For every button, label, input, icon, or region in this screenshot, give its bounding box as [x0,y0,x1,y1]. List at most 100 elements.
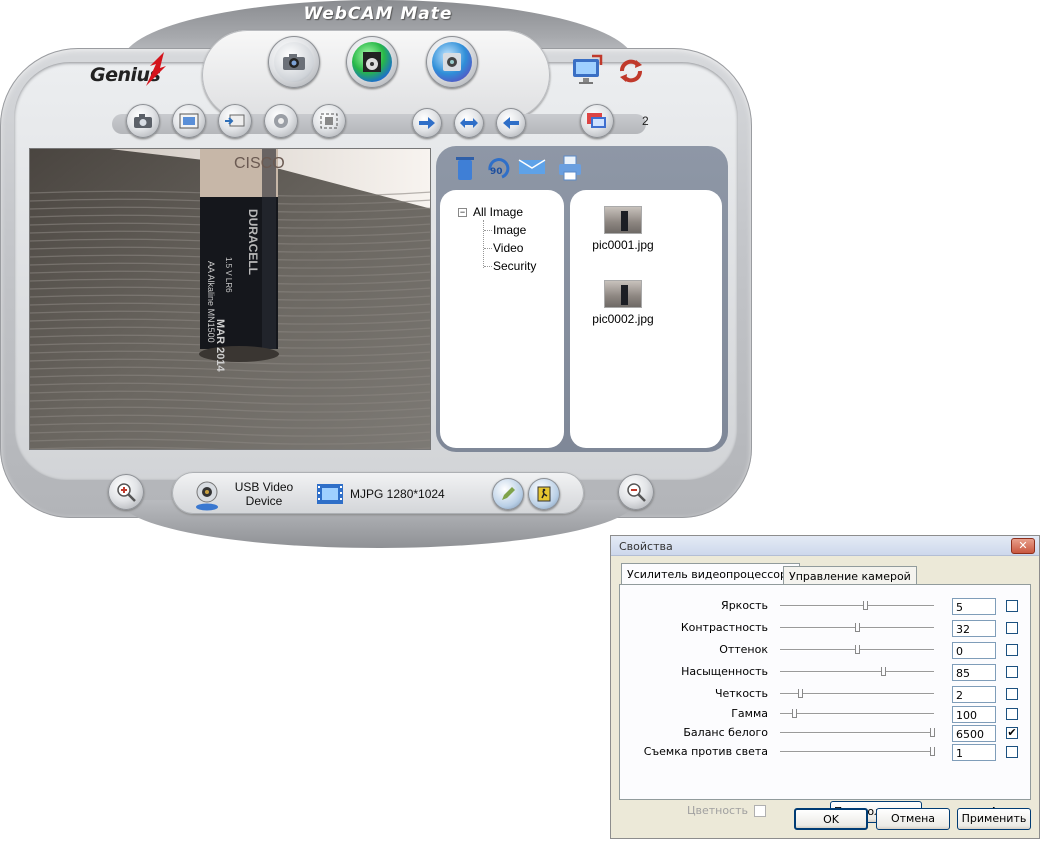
property-value-field[interactable]: 85 [952,664,996,681]
tree-line [483,220,484,268]
tab-video-proc-amp[interactable]: Усилитель видеопроцессора [621,563,800,585]
previous-button[interactable] [496,108,526,138]
tree-collapse-toggle[interactable]: − [458,208,467,217]
slider-thumb[interactable] [930,728,935,737]
slider-thumb[interactable] [863,601,868,610]
file-thumbnail [604,280,642,308]
property-value-field[interactable]: 1 [952,744,996,761]
next-button[interactable] [412,108,442,138]
property-label: Оттенок [719,643,768,656]
property-slider[interactable] [780,693,934,695]
color-enable-checkbox[interactable] [754,805,766,817]
security-mode-button[interactable] [426,36,478,88]
property-value-field[interactable]: 6500 [952,725,996,742]
property-value-field[interactable]: 5 [952,598,996,615]
delete-button[interactable] [452,154,480,182]
property-label: Баланс белого [683,726,768,739]
slider-thumb[interactable] [855,645,860,654]
gallery-button[interactable] [580,104,614,138]
rotate-button[interactable]: 90 [484,154,512,182]
file-item[interactable]: pic0001.jpg [578,206,668,252]
property-value-field[interactable]: 0 [952,642,996,659]
file-thumbnail [604,206,642,234]
tree-item-all-image[interactable]: All Image [473,205,523,219]
send-image-icon [225,114,245,127]
device-name-line2: Device [245,494,283,508]
tree-branch [484,266,492,267]
pen-button[interactable] [492,478,524,510]
file-item[interactable]: pic0002.jpg [578,280,668,326]
slider-thumb[interactable] [930,747,935,756]
property-value-field[interactable]: 32 [952,620,996,637]
trash-icon [456,157,474,180]
rotate-90-icon: 90 [488,158,510,179]
property-slider[interactable] [780,671,934,673]
slider-thumb[interactable] [792,709,797,718]
email-button[interactable] [518,154,546,182]
property-slider[interactable] [780,605,934,607]
file-name: pic0002.jpg [592,312,654,326]
tree-item-video[interactable]: Video [493,241,523,255]
auto-checkbox[interactable] [1006,746,1018,758]
dialog-title: Свойства [619,540,673,553]
arrow-left-icon [503,117,519,129]
battery-label-mar: MAR [214,319,226,345]
exit-button[interactable] [528,478,560,510]
property-slider[interactable] [780,732,934,734]
tab-panel: Яркость 5 Контрастность 32 Оттенок 0 Насыщенно… [619,584,1031,823]
auto-checkbox[interactable] [1006,600,1018,612]
tree-item-security[interactable]: Security [493,259,536,273]
auto-checkbox[interactable] [1006,644,1018,656]
slider-thumb[interactable] [855,623,860,632]
security-camera-icon [432,42,472,82]
exit-door-icon [537,486,551,502]
apply-button[interactable]: Применить [957,808,1031,830]
slider-thumb[interactable] [881,667,886,676]
battery-label-lr6: LR6 [224,277,233,293]
video-format: MJPG 1280*1024 [350,487,445,501]
color-enable-label: Цветность [686,804,748,817]
send-image-button[interactable] [218,104,252,138]
close-icon[interactable]: ✕ [1011,538,1035,554]
camera-mode-button[interactable] [268,36,320,88]
slider-thumb[interactable] [798,689,803,698]
auto-checkbox[interactable] [1006,708,1018,720]
monitor-export-button[interactable] [570,54,604,88]
battery-label-alkaline: Alkaline [206,274,216,307]
print-button[interactable] [556,154,584,182]
snapshot-button[interactable] [126,104,160,138]
cancel-button[interactable]: Отмена [876,808,950,830]
property-slider[interactable] [780,713,934,715]
dialog-title-bar: Свойства ✕ [611,536,1039,556]
settings-button[interactable] [264,104,298,138]
photo-frame-button[interactable] [172,104,206,138]
zoom-in-button[interactable] [108,474,144,510]
print-icon [559,155,581,181]
photo-frame-icon [179,113,199,129]
property-value-field[interactable]: 100 [952,706,996,723]
gallery-icon [587,113,606,128]
auto-checkbox[interactable] [1006,688,1018,700]
video-film-icon [352,42,392,82]
fullscreen-button[interactable] [312,104,346,138]
auto-checkbox[interactable]: ✔ [1006,727,1018,739]
zoom-out-button[interactable] [618,474,654,510]
property-label: Насыщенность [681,665,768,678]
image-count: 2 [642,114,649,128]
property-value-field[interactable]: 2 [952,686,996,703]
auto-checkbox[interactable] [1006,622,1018,634]
webcam-device-icon [190,478,224,512]
device-name: USB Video Device [226,480,302,508]
device-name-line1: USB Video [234,480,294,494]
tab-camera-control[interactable]: Управление камерой [783,566,917,585]
refresh-button[interactable] [614,54,648,88]
email-icon [518,159,546,174]
ok-button[interactable]: OK [794,808,868,830]
tree-item-image[interactable]: Image [493,223,526,237]
svg-text:90: 90 [490,167,503,177]
swap-button[interactable] [454,108,484,138]
auto-checkbox[interactable] [1006,666,1018,678]
app-title: WebCAM Mate [303,4,453,24]
video-mode-button[interactable] [346,36,398,88]
property-slider[interactable] [780,751,934,753]
